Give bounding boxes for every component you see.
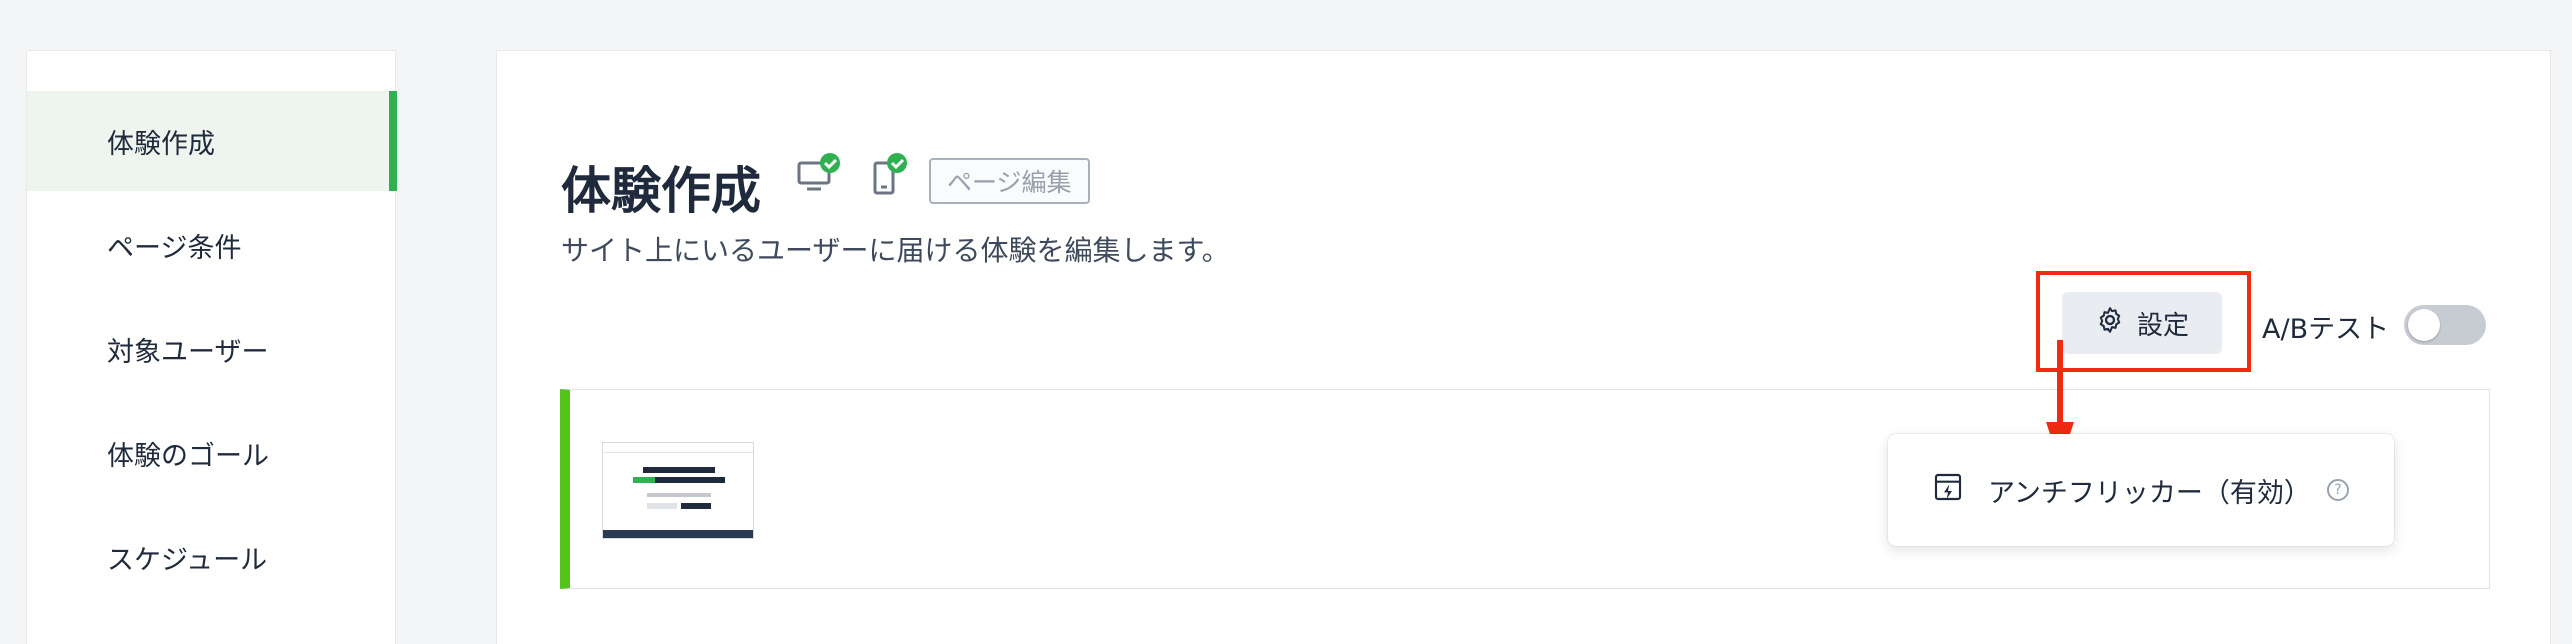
- sidebar-item-schedule[interactable]: スケジュール: [27, 507, 397, 607]
- page-title: 体験作成: [561, 162, 761, 220]
- sidebar-item-experience-creation[interactable]: 体験作成: [27, 91, 397, 191]
- desktop-check-icon: [797, 153, 843, 203]
- sidebar: 体験作成 ページ条件 対象ユーザー 体験のゴール スケジュール: [26, 50, 397, 644]
- anti-flicker-menu-item[interactable]: アンチフリッカー（有効）: [1988, 471, 2311, 510]
- sidebar-item-target-users[interactable]: 対象ユーザー: [27, 299, 397, 399]
- sidebar-item-label: 体験のゴール: [107, 440, 269, 472]
- page-thumbnail[interactable]: [602, 442, 754, 539]
- sidebar-item-label: ページ条件: [107, 232, 242, 264]
- anti-flicker-icon: [1932, 471, 1964, 510]
- page-subtitle: サイト上にいるユーザーに届ける体験を編集します。: [561, 234, 1230, 267]
- toggle-knob: [2408, 309, 2440, 341]
- page-edit-chip[interactable]: ページ編集: [929, 158, 1090, 204]
- sidebar-item-experience-goal[interactable]: 体験のゴール: [27, 403, 397, 503]
- sidebar-item-label: 体験作成: [107, 128, 215, 160]
- help-icon[interactable]: ?: [2326, 479, 2349, 501]
- settings-dropdown: アンチフリッカー（有効） ?: [1888, 434, 2394, 546]
- ab-test-toggle[interactable]: [2404, 305, 2486, 345]
- sidebar-item-page-conditions[interactable]: ページ条件: [27, 195, 397, 295]
- ab-test-label: A/Bテスト: [2262, 314, 2390, 345]
- mobile-check-icon: [871, 153, 917, 203]
- sidebar-item-label: スケジュール: [107, 544, 268, 576]
- sidebar-item-label: 対象ユーザー: [107, 336, 269, 368]
